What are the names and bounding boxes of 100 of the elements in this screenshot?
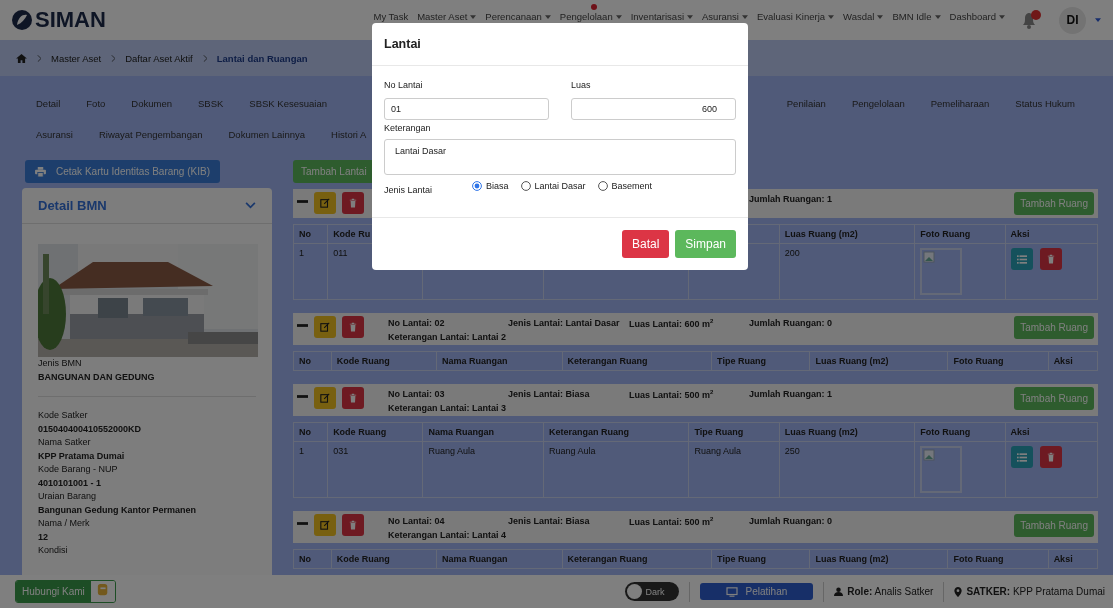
print-kib-button[interactable]: Cetak Kartu Identitas Barang (KIB) <box>25 160 220 183</box>
radio-option[interactable]: Biasa <box>472 181 509 191</box>
column-header: Luas Ruang (m2) <box>809 549 948 569</box>
add-room-button[interactable]: Tambah Ruang <box>1014 316 1094 339</box>
tab[interactable]: Foto <box>73 98 119 109</box>
tab[interactable]: Dokumen <box>118 98 185 109</box>
logo-icon <box>12 10 32 30</box>
delete-button[interactable] <box>342 192 364 214</box>
floor-info: No Lantai: 02 <box>388 318 446 329</box>
caret-icon <box>615 14 622 19</box>
nav-menu-item[interactable]: Pengelolaan <box>559 3 622 22</box>
nav-menu-item[interactable]: Asuransi <box>702 3 748 22</box>
add-room-button[interactable]: Tambah Ruang <box>1014 514 1094 537</box>
delete-button[interactable] <box>342 316 364 338</box>
column-header: No <box>293 224 328 244</box>
delete-button[interactable] <box>1039 248 1062 270</box>
column-header: No <box>293 422 328 442</box>
tab[interactable]: SBSK <box>185 98 237 109</box>
contact-button[interactable]: Hubungi Kami <box>15 580 116 603</box>
cancel-button[interactable]: Batal <box>621 230 670 258</box>
delete-button[interactable] <box>342 387 364 409</box>
tab[interactable]: Pemeliharaan <box>917 98 1003 109</box>
tab[interactable]: Asuransi <box>23 129 86 140</box>
user-avatar[interactable]: DI <box>1059 6 1086 34</box>
bell-icon[interactable] <box>1020 10 1042 30</box>
tab[interactable]: Detail <box>23 98 74 109</box>
nav-menu-item[interactable]: Evaluasi Kinerja <box>757 3 835 22</box>
floor-info: Keterangan Lantai: Lantai 3 <box>388 403 508 413</box>
field-value: 4010101001 - 1 <box>38 476 103 490</box>
trash-icon <box>349 520 357 530</box>
edit-button[interactable] <box>314 387 336 409</box>
floor-info: Jumlah Ruangan: 0 <box>749 516 833 527</box>
column-header: Keterangan Ruang <box>543 422 689 442</box>
column-header: Tipe Ruang <box>711 351 810 371</box>
field-value: 12 <box>38 530 49 544</box>
list-button[interactable] <box>1010 248 1033 270</box>
add-room-button[interactable]: Tambah Ruang <box>1014 192 1094 215</box>
textarea-field[interactable]: Lantai Dasar <box>384 139 736 175</box>
delete-button[interactable] <box>342 514 364 536</box>
training-button[interactable]: Pelatihan <box>699 583 814 600</box>
table-cell: 250 <box>779 441 915 498</box>
caret-icon <box>934 14 941 19</box>
printer-icon <box>35 166 46 177</box>
list-icon <box>1016 452 1027 462</box>
tab[interactable]: Dokumen Lainnya <box>215 129 319 140</box>
input-field[interactable]: 01 <box>384 98 549 120</box>
field-label: Uraian Barang <box>38 490 98 503</box>
nav-menu-item[interactable]: Inventarisasi <box>630 3 693 22</box>
nav-menu-item[interactable]: My Task <box>373 3 409 22</box>
input-field[interactable]: 600 <box>571 98 736 120</box>
breadcrumb-link[interactable]: Master Aset <box>51 52 102 64</box>
column-header: Foto Ruang <box>914 422 1006 442</box>
radio-option[interactable]: Lantai Dasar <box>520 181 586 191</box>
column-header: Kode Ruang <box>331 549 437 569</box>
column-header: Kode Ruang <box>327 422 423 442</box>
caret-icon <box>544 14 551 19</box>
nav-menu-item[interactable]: Wasdal <box>843 3 884 22</box>
tab[interactable]: SBSK Kesesuaian <box>236 98 340 109</box>
edit-button[interactable] <box>314 514 336 536</box>
add-floor-button[interactable]: Tambah Lantai <box>293 160 375 183</box>
home-icon[interactable] <box>16 53 27 63</box>
logo-text: SIMAN <box>35 7 106 33</box>
dark-mode-toggle[interactable]: Dark <box>624 582 679 601</box>
caret-icon <box>999 14 1005 19</box>
edit-button[interactable] <box>314 192 336 214</box>
caret-icon <box>687 14 693 19</box>
floor-info: Luas Lantai: 600 m$^{2}$ <box>629 318 715 329</box>
breadcrumb-link[interactable]: Lantai dan Ruangan <box>216 52 308 64</box>
breadcrumb-link[interactable]: Daftar Aset Aktif <box>125 52 193 64</box>
tab[interactable]: Riwayat Pengembangan <box>85 129 216 140</box>
field-label: Nama Satker <box>38 436 92 449</box>
caret-icon <box>1095 18 1101 22</box>
column-header: Luas Ruang (m2) <box>779 422 915 442</box>
nav-menu-item[interactable]: Perencanaan <box>485 3 551 22</box>
tab[interactable]: Pengelolaan <box>838 98 918 109</box>
save-button[interactable]: Simpan <box>675 230 736 258</box>
table-cell: Ruang Aula <box>422 441 544 498</box>
list-button[interactable] <box>1010 446 1033 468</box>
nav-menu-item[interactable]: BMN Idle <box>892 3 941 22</box>
edit-icon <box>320 393 330 403</box>
satker-text: SATKER: KPP Pratama Dumai <box>966 586 1105 597</box>
trash-icon <box>349 322 357 332</box>
caret-icon <box>828 14 835 19</box>
edit-icon <box>320 520 330 530</box>
field-label: Luas <box>571 80 592 90</box>
floor-info: Luas Lantai: 500 m$^{2}$ <box>629 389 715 400</box>
radio-option[interactable]: Basement <box>597 181 653 191</box>
nav-menu-item[interactable]: Master Aset <box>417 3 477 22</box>
floor-info: Keterangan Lantai: Lantai 4 <box>388 530 508 540</box>
tab[interactable]: Histori A <box>318 129 380 140</box>
chevron-down-icon[interactable] <box>245 202 256 209</box>
table-cell: Ruang Aula <box>688 441 780 498</box>
tab[interactable]: Penilaian <box>773 98 839 109</box>
nav-menu-item[interactable]: Dashboard <box>949 3 1005 22</box>
delete-button[interactable] <box>1039 446 1062 468</box>
column-header: Nama Ruangan <box>436 549 563 569</box>
add-room-button[interactable]: Tambah Ruang <box>1014 387 1094 410</box>
chevron-icon <box>37 54 41 62</box>
tab[interactable]: Status Hukum <box>1002 98 1088 109</box>
edit-button[interactable] <box>314 316 336 338</box>
